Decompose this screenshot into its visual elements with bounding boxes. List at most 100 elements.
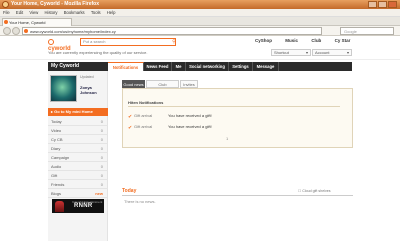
sidebar-item-count: 0 [100,182,103,187]
sidebar-item-label: Today [51,119,62,124]
today-heading: Today [122,188,137,194]
notification-type: Gift arrival [134,124,153,129]
sidebar-item-label: Video [51,128,62,133]
sidebar-item-count: 0 [100,137,103,142]
sidebar-item-audio[interactable]: Audio 0 [48,163,108,171]
window-titlebar: Your Home, Cyworld - Mozilla Firefox [0,0,400,9]
cyworld-favicon-icon [4,20,8,24]
chevron-down-icon: ▾ [346,50,349,55]
search-icon[interactable]: ⚲ [171,39,177,45]
sidebar-item-campaign[interactable]: Campaign 0 [48,154,108,162]
subtab-invites[interactable]: Invites [180,80,198,88]
tab-settings[interactable]: Settings [229,62,253,71]
sidebar-item-label: Cy CB [51,137,63,142]
cyworld-logo-icon [48,39,54,45]
sidebar-item-count: new [95,191,103,196]
nav-club[interactable]: Club [311,38,321,43]
subtab-good-news[interactable]: Good news [122,80,145,88]
menu-tools[interactable]: Tools [91,10,101,15]
sidebar-item-count: 0 [100,164,103,169]
go-to-minihome-label: Go to My mini Home [54,109,93,114]
shortcut-select[interactable]: Shortcut ▾ [271,49,311,56]
menu-help[interactable]: Help [107,10,116,15]
back-arrow-icon[interactable] [3,27,11,35]
browser-tab[interactable]: Your Home, Cyworld [2,18,72,26]
browser-search-input[interactable]: Google [340,27,394,35]
address-text: www.cyworld.com/us/myhome/myhome/index.c… [30,29,116,34]
menu-edit[interactable]: Edit [16,10,23,15]
notification-row[interactable]: ✔ Gift arrival You have received a gift! [128,123,340,131]
sidebar-item-count: 0 [100,128,103,133]
firefox-icon [2,1,9,8]
cloud-gift-shelves-link[interactable]: ☐ Cloud gift shelves [298,189,331,193]
menu-file[interactable]: File [3,10,10,15]
sidebar-item-count: 0 [100,155,103,160]
sidebar-item-label: Audio [51,164,62,169]
tab-message[interactable]: Message [253,62,279,71]
site-identity-icon [24,29,28,33]
sidebar-item-friends[interactable]: Friends 0 [48,181,108,189]
close-window-button[interactable] [388,1,397,8]
nav-cyshop[interactable]: CyShop [255,38,272,43]
sidebar-item-cycb[interactable]: Cy CB 0 [48,136,108,144]
tab-me[interactable]: Me [172,62,186,71]
menu-bar: File Edit View History Bookmarks Tools H… [0,9,400,17]
profile-status: Updated [80,75,94,79]
sidebar-item-today[interactable]: Today 0 [48,118,108,126]
tab-social-networking[interactable]: Social networking [186,62,229,71]
menu-bookmarks[interactable]: Bookmarks [64,10,85,15]
chevron-down-icon: ▾ [305,50,308,55]
banner-figure [55,201,64,212]
window-title: Your Home, Cyworld - Mozilla Firefox [11,1,99,7]
divider [128,106,340,107]
banner-title: RNNR [74,203,93,209]
cyworld-logo[interactable]: cyworld [48,39,74,52]
menu-view[interactable]: View [29,10,38,15]
divider [122,195,353,196]
notifications-title: Hiten Notifications [128,100,164,105]
address-bar[interactable]: www.cyworld.com/us/myhome/myhome/index.c… [22,27,322,35]
sidebar-item-count: 0 [100,146,103,151]
nav-music[interactable]: Music [285,38,298,43]
nav-cystar[interactable]: Cy Star [335,38,351,43]
menu-history[interactable]: History [45,10,58,15]
sidebar-item-label: Campaign [51,155,70,160]
tab-notifications[interactable]: Notifications [108,62,144,71]
notification-type: Gift arrival [134,113,153,118]
notification-message: You have received a gift! [168,113,212,118]
account-select-value: Account [315,50,330,55]
subtab-club-notifications[interactable]: Club Notifications [146,80,179,94]
intro-text: You are currently experiencing the quali… [48,50,148,55]
today-empty-message: There is no news. [124,199,156,204]
account-select[interactable]: Account ▾ [312,49,352,56]
forward-arrow-icon[interactable] [12,27,20,35]
go-to-minihome-button[interactable]: ▸ Go to My mini Home [48,108,108,116]
sidebar-item-label: Diary [51,146,61,151]
navigation-bar: www.cyworld.com/us/myhome/myhome/index.c… [0,26,400,36]
sidebar-banner[interactable]: Cyworld Entertainment RNNR [52,199,104,213]
profile-name[interactable]: Zonya Johnson [80,85,106,95]
profile-avatar[interactable] [50,75,77,102]
check-icon: ✔ [128,125,133,131]
sidebar-item-video[interactable]: Video 0 [48,127,108,135]
site-search-input[interactable]: Put a search [80,38,176,46]
sidebar-item-label: Blogs [51,191,62,196]
cloud-gift-shelves-label: Cloud gift shelves [302,189,331,193]
top-nav: CyShop Music Club Cy Star [255,38,362,46]
tab-strip: Your Home, Cyworld [0,17,400,26]
sidebar-item-diary[interactable]: Diary 0 [48,145,108,153]
browser-tab-label: Your Home, Cyworld [9,20,46,25]
shortcut-select-value: Shortcut [274,50,289,55]
notification-message: You have received a gift! [168,124,212,129]
sidebar-title: My Cyworld [48,62,108,71]
minimize-button[interactable] [368,1,377,8]
notification-row[interactable]: ✔ Gift arrival You have received a gift! [128,112,340,120]
sidebar-item-label: Friends [51,182,65,187]
pagination-number[interactable]: 1 [226,136,228,141]
check-icon: ✔ [128,114,133,120]
sidebar-item-gift[interactable]: Gift 0 [48,172,108,180]
sidebar-item-blogs[interactable]: Blogs new [48,190,108,198]
maximize-button[interactable] [378,1,387,8]
sidebar-item-count: 0 [100,119,103,124]
tab-news-feed[interactable]: News Feed [144,62,172,71]
